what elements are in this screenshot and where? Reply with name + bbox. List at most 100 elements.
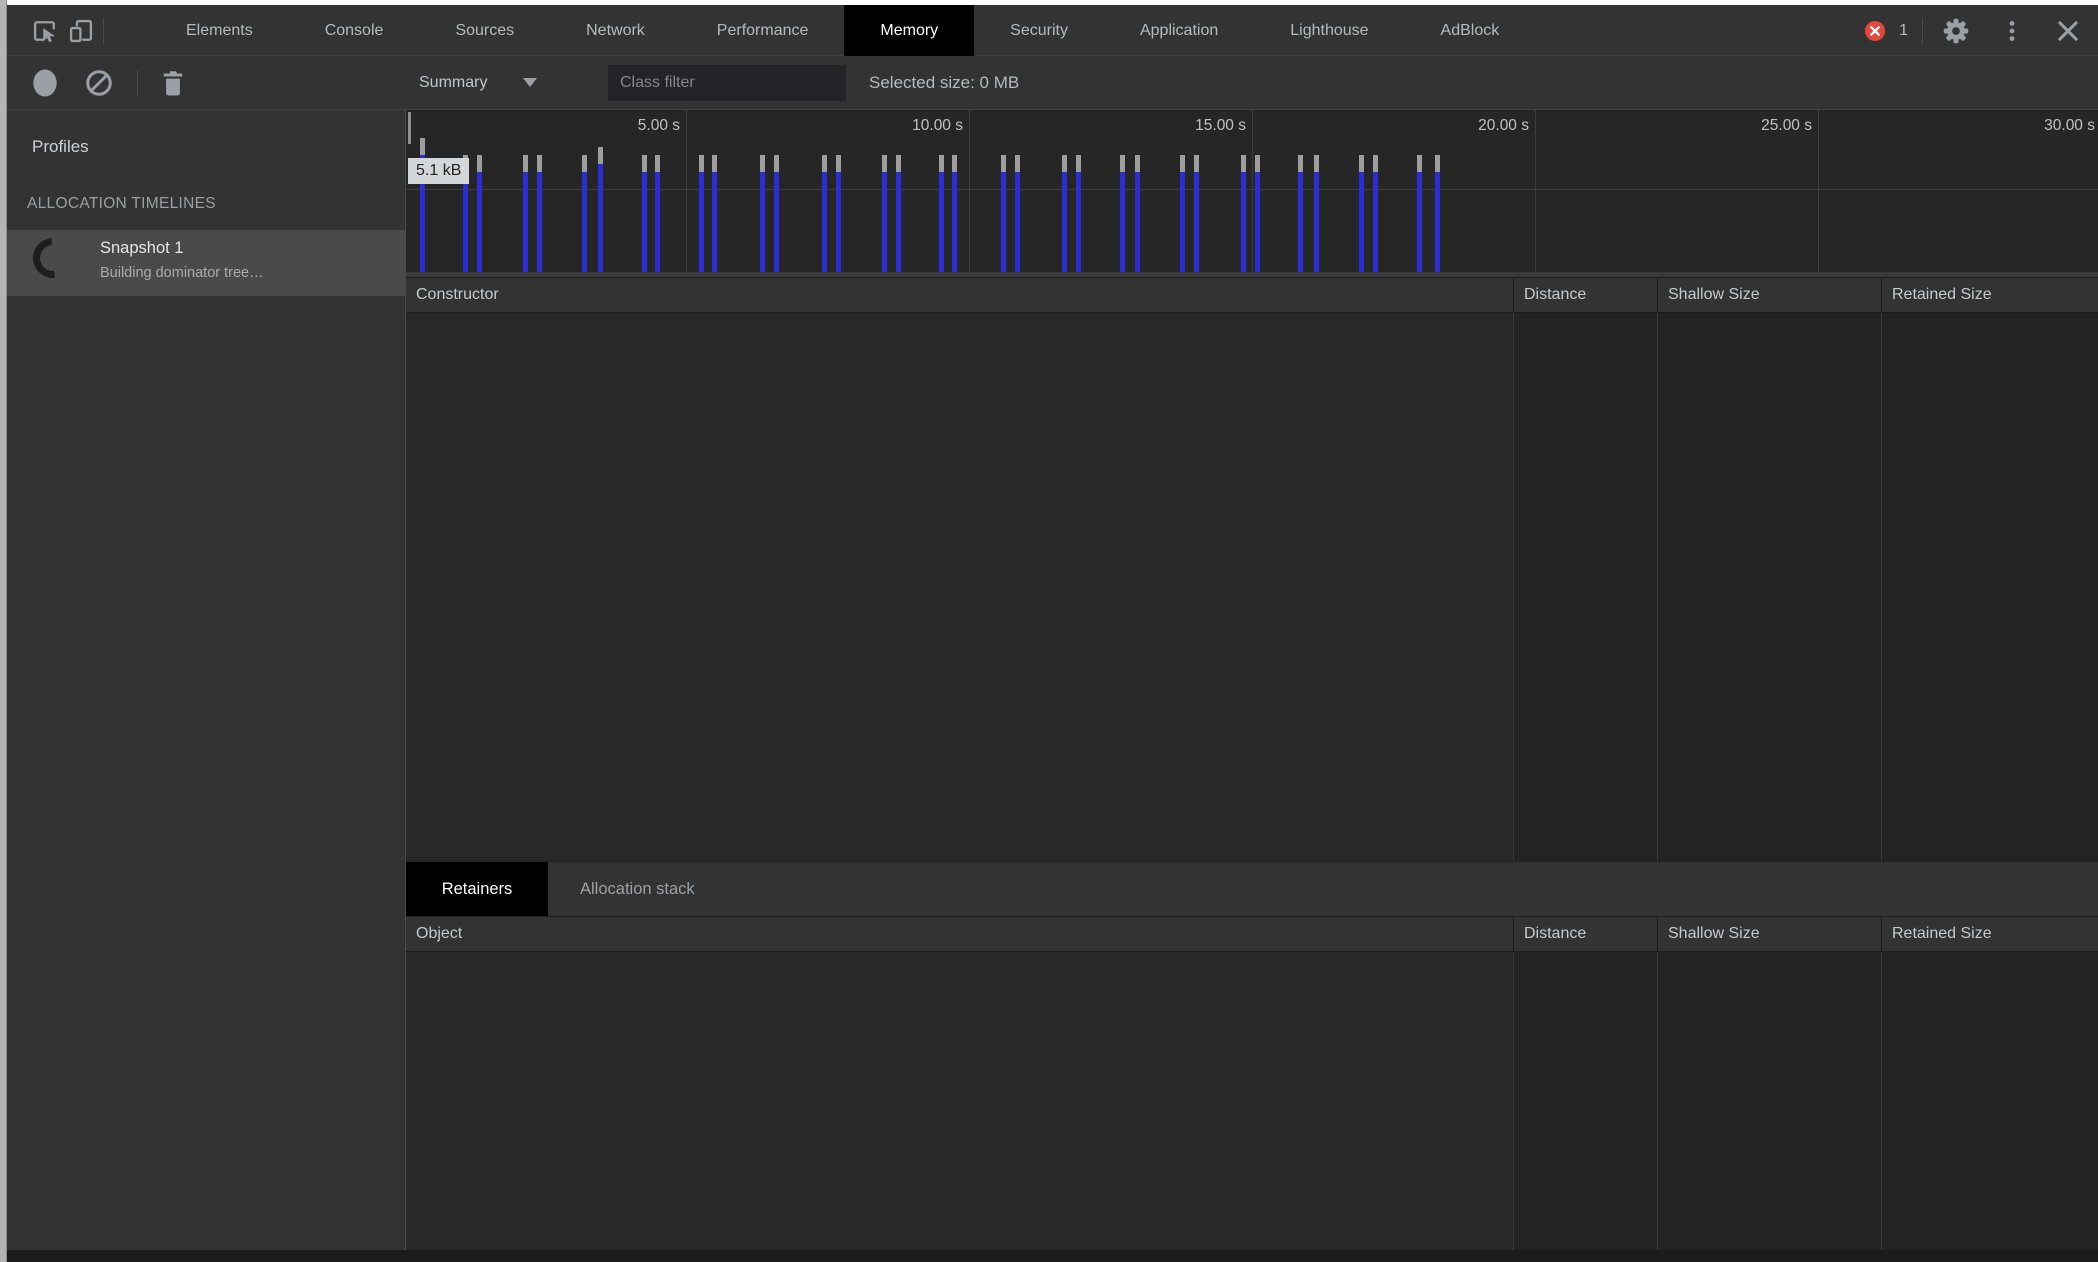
- tab-network[interactable]: Network: [550, 5, 681, 56]
- timeline-tick-label: 5.00 s: [637, 117, 680, 134]
- tab-security[interactable]: Security: [974, 5, 1104, 56]
- first-column-background: [406, 952, 1513, 1250]
- constructor-column-header-constructor[interactable]: Constructor: [406, 278, 1513, 312]
- timeline-gridline: [1252, 110, 1253, 277]
- allocation-bar: [1062, 155, 1067, 272]
- more-options-button[interactable]: [1996, 15, 2028, 47]
- tab-elements[interactable]: Elements: [150, 5, 289, 56]
- tab-sources[interactable]: Sources: [419, 5, 550, 56]
- tab-lighthouse[interactable]: Lighthouse: [1254, 5, 1404, 56]
- allocation-timeline-chart[interactable]: 5.00 s 10.00 s 15.00 s 20.00 s 25.00 s 30.00 …: [406, 110, 2098, 277]
- timeline-gridline: [1535, 110, 1536, 277]
- clear-button[interactable]: [83, 67, 115, 99]
- allocation-bar: [1015, 155, 1020, 272]
- allocation-bar: [1241, 155, 1246, 272]
- allocation-bar: [655, 155, 660, 272]
- allocation-bar: [760, 155, 765, 272]
- kebab-icon: [1999, 18, 2025, 44]
- perspective-select[interactable]: Summary: [419, 56, 538, 109]
- object-table-body[interactable]: [406, 952, 2098, 1250]
- tab-application[interactable]: Application: [1104, 5, 1254, 56]
- record-button[interactable]: [29, 67, 61, 99]
- loading-spinner-icon: [24, 229, 82, 287]
- allocation-bar: [582, 155, 587, 272]
- allocation-bar: [537, 155, 542, 272]
- timeline-tick-label: 20.00 s: [1478, 117, 1529, 134]
- allocation-bar: [882, 155, 887, 272]
- record-icon: [30, 67, 60, 99]
- snapshot-list-item[interactable]: Snapshot 1 Building dominator tree…: [7, 229, 405, 296]
- constructor-column-header-shallow-size[interactable]: Shallow Size: [1657, 278, 1881, 312]
- panel-tabs: Elements Console Sources Network Performance…: [150, 5, 1535, 56]
- allocation-bar: [1417, 155, 1422, 272]
- object-column-header-distance[interactable]: Distance: [1513, 917, 1657, 951]
- allocation-bar: [598, 147, 603, 272]
- allocation-bar: [1359, 155, 1364, 272]
- device-toolbar-icon: [67, 17, 95, 45]
- allocation-bar: [1298, 155, 1303, 272]
- retainers-tabbar: Retainers Allocation stack: [406, 862, 2098, 916]
- block-icon: [84, 68, 114, 98]
- devtools-window: Elements Console Sources Network Performance…: [0, 0, 2098, 1262]
- object-table-header: Object Distance Shallow Size Retained Size: [406, 916, 2098, 952]
- allocation-bar: [699, 155, 704, 272]
- column-separator: [1513, 952, 1514, 1250]
- allocation-bar: [952, 155, 957, 272]
- constructor-column-header-retained-size[interactable]: Retained Size: [1881, 278, 2098, 312]
- allocation-bar: [774, 155, 779, 272]
- first-column-background: [406, 313, 1513, 861]
- column-separator: [1881, 313, 1882, 861]
- device-toolbar-button[interactable]: [65, 15, 97, 47]
- column-separator: [1657, 313, 1658, 861]
- allocation-bar: [1180, 155, 1185, 272]
- timeline-tick-label: 15.00 s: [1195, 117, 1246, 134]
- column-separator: [1513, 313, 1514, 861]
- object-column-header-shallow-size[interactable]: Shallow Size: [1657, 917, 1881, 951]
- timeline-gridline: [1818, 110, 1819, 277]
- allocation-bar: [896, 155, 901, 272]
- column-separator: [1881, 952, 1882, 1250]
- close-button[interactable]: [2052, 15, 2084, 47]
- bottom-edge-strip: [7, 1250, 2098, 1262]
- inspect-button[interactable]: [29, 15, 61, 47]
- allocation-bar: [1135, 155, 1140, 272]
- error-badge[interactable]: [1852, 15, 1898, 47]
- allocation-timelines-section-header: ALLOCATION TIMELINES: [27, 195, 216, 212]
- devtools-tabbar: Elements Console Sources Network Performance…: [7, 5, 2098, 56]
- timeline-tick-label: 25.00 s: [1761, 117, 1812, 134]
- tab-performance[interactable]: Performance: [681, 5, 845, 56]
- error-count: 1: [1899, 21, 1908, 39]
- object-column-header-object[interactable]: Object: [406, 917, 1513, 951]
- tab-retainers[interactable]: Retainers: [406, 862, 548, 916]
- object-column-header-retained-size[interactable]: Retained Size: [1881, 917, 2098, 951]
- delete-profile-button[interactable]: [157, 67, 189, 99]
- perspective-select-label: Summary: [419, 73, 488, 91]
- constructor-table-body[interactable]: [406, 313, 2098, 862]
- tab-allocation-stack[interactable]: Allocation stack: [566, 862, 709, 916]
- tab-memory[interactable]: Memory: [844, 5, 975, 56]
- allocation-bar: [939, 155, 944, 272]
- memory-main-panel: 5.00 s 10.00 s 15.00 s 20.00 s 25.00 s 30.00 …: [405, 110, 2098, 1250]
- error-badge-icon: [1863, 19, 1887, 43]
- tab-adblock[interactable]: AdBlock: [1405, 5, 1536, 56]
- timeline-gridline: [686, 110, 687, 277]
- close-icon: [2054, 17, 2082, 45]
- window-left-scrollbar[interactable]: [0, 0, 7, 1262]
- timeline-gridline: [969, 110, 970, 277]
- allocation-bar: [523, 155, 528, 272]
- gear-icon: [1941, 16, 1971, 46]
- max-size-label: 5.1 kB: [408, 158, 470, 184]
- constructor-column-header-distance[interactable]: Distance: [1513, 278, 1657, 312]
- allocation-bar: [1076, 155, 1081, 272]
- timeline-tick-label: 10.00 s: [912, 117, 963, 134]
- profiles-sidebar: Profiles ALLOCATION TIMELINES Snapshot 1…: [7, 110, 405, 1250]
- allocation-bar: [712, 155, 717, 272]
- class-filter-input[interactable]: [608, 65, 846, 101]
- allocation-bar: [1314, 155, 1319, 272]
- tab-console[interactable]: Console: [289, 5, 420, 56]
- column-separator: [1657, 952, 1658, 1250]
- tabbar-divider: [103, 18, 104, 44]
- settings-button[interactable]: [1940, 15, 1972, 47]
- allocation-bar: [1255, 155, 1260, 272]
- allocation-bar: [642, 155, 647, 272]
